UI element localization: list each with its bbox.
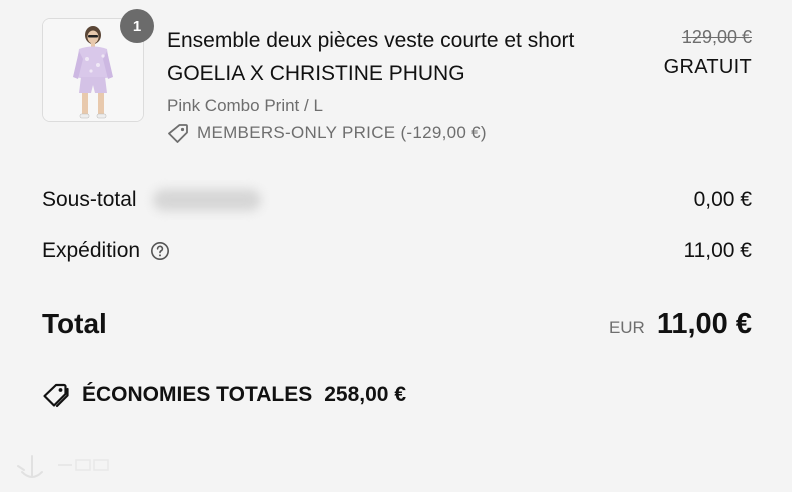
total-value: 11,00 € (656, 307, 752, 340)
savings-value: 258,00 € (324, 383, 406, 406)
subtotal-row: Sous-total 0,00 € (42, 184, 752, 216)
shipping-label: Expédition (42, 239, 141, 262)
product-variant: Pink Combo Print / L (167, 96, 323, 115)
product-info: Ensemble deux pièces veste courte et sho… (167, 24, 637, 144)
total-label: Total (42, 308, 107, 339)
shipping-value: 11,00 € (683, 239, 752, 262)
total-row: Total EUR 11,00 € (42, 304, 752, 344)
redacted-block (152, 189, 261, 211)
discount-label: MEMBERS-ONLY PRICE (-129,00 €) (197, 123, 487, 142)
question-circle-icon[interactable] (150, 241, 170, 261)
tags-icon (43, 383, 69, 408)
product-name-line-2: GOELIA X CHRISTINE PHUNG (167, 62, 465, 85)
quantity-badge: 1 (120, 9, 154, 43)
shipping-row: Expédition 11,00 € (42, 235, 752, 267)
total-savings: ÉCONOMIES TOTALES 258,00 € (42, 382, 406, 408)
original-price: 129,00 € (681, 27, 752, 47)
watermark-logo (10, 452, 120, 489)
final-price: GRATUIT (663, 56, 752, 78)
product-name-line-1: Ensemble deux pièces veste courte et sho… (167, 29, 575, 52)
discount-line: MEMBERS-ONLY PRICE (-129,00 €) (167, 122, 637, 144)
currency-code: EUR (608, 317, 645, 337)
cart-line-item: 1 Ensemble deux pièces veste courte et s… (42, 9, 754, 148)
subtotal-label: Sous-total (42, 188, 137, 211)
tag-icon (168, 124, 188, 143)
product-prices: 129,00 € GRATUIT (664, 24, 752, 84)
anchor-watermark-icon (17, 455, 109, 478)
subtotal-value: 0,00 € (693, 188, 752, 211)
savings-label: ÉCONOMIES TOTALES (82, 383, 313, 406)
